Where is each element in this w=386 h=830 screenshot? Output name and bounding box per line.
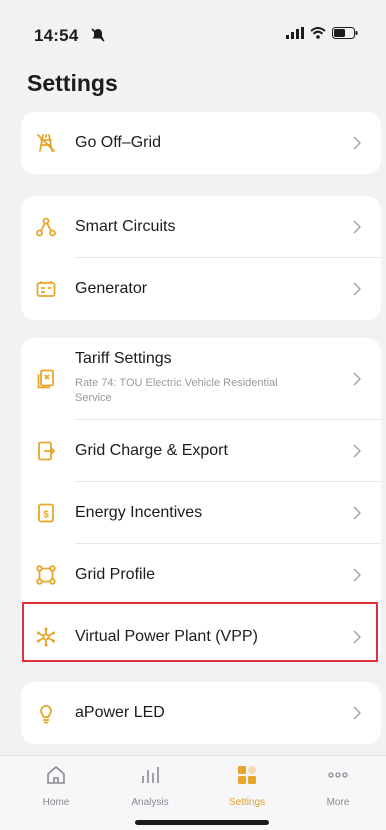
chevron-right-icon (353, 444, 361, 458)
more-icon (328, 772, 348, 778)
off-grid-tower-icon (37, 134, 55, 152)
tab-label: Home (42, 797, 70, 808)
row-generator[interactable]: Generator (21, 258, 381, 320)
tariff-document-icon (37, 369, 54, 389)
wifi-icon (310, 27, 326, 39)
row-label: Grid Charge & Export (75, 442, 228, 459)
settings-group-grid: Tariff Settings Rate 74: TOU Electric Ve… (21, 338, 381, 662)
tab-analysis[interactable]: Analysis (110, 764, 190, 808)
row-energy-incentives[interactable]: $ Energy Incentives (21, 482, 381, 544)
settings-group-apower: aPower LED (21, 682, 381, 744)
incentive-dollar-icon: $ (38, 503, 54, 523)
row-label: Tariff Settings (75, 350, 172, 367)
chevron-right-icon (353, 372, 361, 386)
bulb-icon (40, 705, 52, 724)
home-indicator (135, 820, 269, 825)
grid-profile-icon (36, 565, 56, 585)
smart-circuits-icon (36, 217, 56, 237)
tab-label: Settings (228, 797, 266, 808)
row-apower-led[interactable]: aPower LED (21, 682, 381, 744)
grid-charge-export-icon (38, 441, 56, 461)
analysis-icon (142, 767, 159, 783)
settings-icon (238, 766, 256, 784)
row-label: aPower LED (75, 704, 165, 721)
row-label: Smart Circuits (75, 218, 176, 235)
row-label: Energy Incentives (75, 504, 203, 521)
settings-group-circuits: Smart Circuits Generator (21, 196, 381, 320)
status-time: 14:54 (34, 26, 79, 45)
row-smart-circuits[interactable]: Smart Circuits (21, 196, 381, 258)
chevron-right-icon (353, 630, 361, 644)
chevron-right-icon (353, 220, 361, 234)
row-grid-charge-export[interactable]: Grid Charge & Export (21, 420, 381, 482)
battery-icon (332, 27, 358, 39)
row-label: Grid Profile (75, 566, 156, 583)
tab-home[interactable]: Home (16, 764, 96, 808)
tab-settings[interactable]: Settings (207, 764, 287, 808)
page-title: Settings (27, 70, 118, 96)
vpp-network-icon (37, 627, 55, 647)
chevron-right-icon (353, 568, 361, 582)
tab-label: More (326, 797, 350, 808)
row-virtual-power-plant[interactable]: Virtual Power Plant (VPP) (21, 606, 381, 662)
tab-more[interactable]: More (298, 764, 378, 808)
chevron-right-icon (353, 706, 361, 720)
tab-label: Analysis (131, 797, 169, 808)
chevron-right-icon (353, 506, 361, 520)
chevron-right-icon (353, 282, 361, 296)
row-label: Virtual Power Plant (VPP) (75, 628, 258, 645)
home-icon (47, 765, 65, 784)
row-grid-profile[interactable]: Grid Profile (21, 544, 381, 606)
signal-icon (286, 27, 304, 39)
status-indicators (286, 27, 358, 39)
row-tariff-settings[interactable]: Tariff Settings Rate 74: TOU Electric Ve… (21, 338, 381, 420)
row-label: Go Off–Grid (75, 134, 161, 151)
status-bar: 14:54 (0, 0, 386, 62)
chevron-right-icon (353, 136, 361, 150)
bell-muted-icon (91, 28, 105, 42)
svg-text:$: $ (43, 510, 49, 521)
row-sublabel: Rate 74: TOU Electric Vehicle Residentia… (75, 377, 278, 404)
row-go-off-grid[interactable]: Go Off–Grid (21, 112, 381, 174)
generator-icon (36, 281, 56, 297)
row-label: Generator (75, 280, 148, 297)
settings-group-offgrid: Go Off–Grid (21, 112, 381, 174)
tab-bar: Home Analysis Settings More (0, 755, 386, 830)
